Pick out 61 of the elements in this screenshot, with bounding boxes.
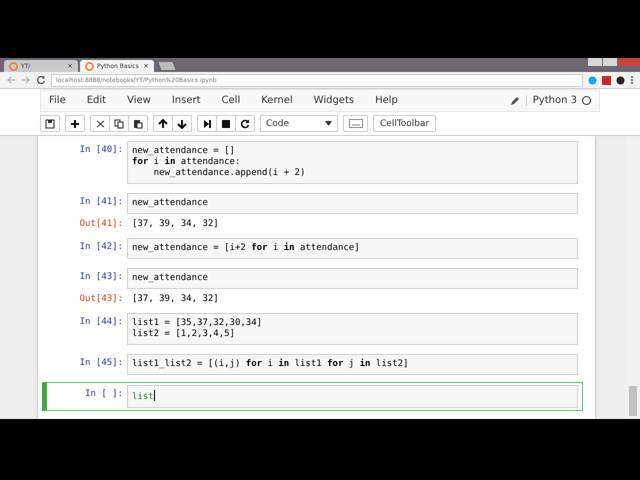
move-down-button[interactable] xyxy=(172,115,192,132)
input-prompt: In [44]: xyxy=(78,316,124,327)
notebook-cell[interactable]: In [44]: list1 = [35,37,32,30,34] list2 = [1,2,3,4,5] xyxy=(42,311,583,347)
notebook-cell[interactable]: In [42]: new_attendance = [i+2 for i in attendance] xyxy=(42,236,583,261)
move-up-button[interactable] xyxy=(153,115,173,132)
stop-button[interactable] xyxy=(216,115,236,132)
input-prompt: In [45]: xyxy=(78,357,124,368)
cell-output: [37, 39, 34, 32] xyxy=(131,293,220,304)
step-forward-icon xyxy=(202,118,212,128)
input-prompt: In [41]: xyxy=(78,196,124,207)
menu-item[interactable]: Widgets xyxy=(314,95,354,106)
jupyter-logo-icon xyxy=(9,62,18,70)
input-prompt: In [43]: xyxy=(78,271,124,282)
reload-icon xyxy=(240,118,250,128)
code-input[interactable]: new_attendance = [] for i in attendance: new_attendance.append(i + 2) xyxy=(127,141,578,184)
code-input[interactable]: list1 = [35,37,32,30,34] list2 = [1,2,3,4,5] xyxy=(127,313,578,345)
up-arrow-icon xyxy=(158,118,168,128)
save-button[interactable] xyxy=(40,115,60,132)
cell-type-dropdown[interactable]: Code xyxy=(260,115,338,132)
cell-output: [37, 39, 34, 32] xyxy=(131,218,220,229)
code-input[interactable]: list1_list2 = [(i,j) for i in list1 for j in list2] xyxy=(127,354,578,375)
caret-icon xyxy=(325,121,332,126)
code-input[interactable]: new_attendance xyxy=(127,193,578,214)
menu-item[interactable]: Help xyxy=(375,95,398,106)
cut-button[interactable] xyxy=(90,115,110,132)
keyboard-button[interactable] xyxy=(343,115,368,132)
new-tab-button[interactable] xyxy=(158,62,176,70)
restart-button[interactable] xyxy=(235,115,255,132)
menu-item[interactable]: Cell xyxy=(222,95,240,106)
notebook-cell[interactable]: In [ ]: list xyxy=(42,382,583,411)
input-prompt: In [40]: xyxy=(78,144,124,155)
paste-button[interactable] xyxy=(128,115,148,132)
code-input[interactable]: list xyxy=(127,385,578,408)
menu-item[interactable]: Edit xyxy=(86,95,106,106)
run-button[interactable] xyxy=(197,115,217,132)
menu-item[interactable]: View xyxy=(127,95,151,106)
copy-button[interactable] xyxy=(109,115,129,132)
menu-item[interactable]: Insert xyxy=(172,95,201,106)
output-prompt: Out[41]: xyxy=(78,218,124,229)
kernel-name: Python 3 xyxy=(526,95,577,106)
reload-icon[interactable] xyxy=(36,75,46,85)
notebook-cell[interactable]: In [45]: list1_list2 = [(i,j) for i in list1 for j in list2] xyxy=(42,352,583,377)
copy-icon xyxy=(114,118,124,128)
input-prompt: In [ ]: xyxy=(84,388,124,399)
code-input[interactable]: new_attendance xyxy=(127,268,578,289)
browser-menu-icon[interactable] xyxy=(630,75,634,85)
down-arrow-icon xyxy=(177,118,187,128)
keyboard-icon xyxy=(348,119,362,128)
plus-icon xyxy=(70,118,80,128)
pencil-icon[interactable] xyxy=(510,96,520,106)
jupyter-logo-icon xyxy=(85,62,94,70)
code-input[interactable]: new_attendance = [i+2 for i in attendance] xyxy=(127,238,578,259)
notebook-cell[interactable]: In [40]: new_attendance = [] for i in attendance: new_attendance.append(i + 2) xyxy=(42,139,583,186)
output-prompt: Out[43]: xyxy=(78,293,124,304)
stop-icon xyxy=(221,118,231,128)
celltoolbar-button[interactable]: CellToolbar xyxy=(373,115,436,132)
add-cell-button[interactable] xyxy=(65,115,85,132)
input-prompt: In [42]: xyxy=(78,241,124,252)
menu-item[interactable]: File xyxy=(49,95,66,106)
menu-item[interactable]: Kernel xyxy=(261,95,293,106)
paste-icon xyxy=(133,118,143,128)
